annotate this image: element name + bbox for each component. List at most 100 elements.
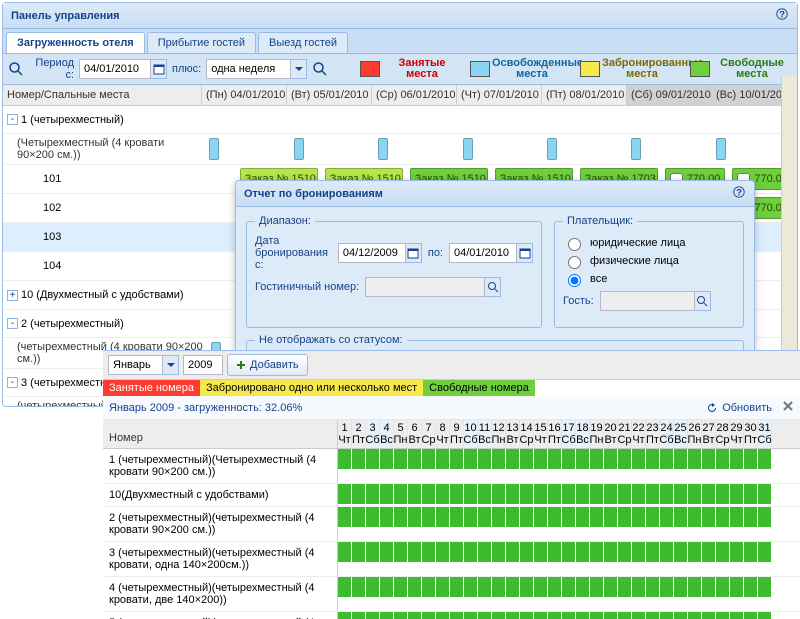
guest-input[interactable]	[600, 291, 695, 311]
cal-day-header[interactable]: 9Пт	[450, 420, 464, 448]
date-to-field[interactable]	[449, 243, 533, 263]
cal-day-header[interactable]: 22Чт	[632, 420, 646, 448]
cal-cell[interactable]	[520, 507, 534, 527]
cal-day-header[interactable]: 26Пн	[688, 420, 702, 448]
cal-cell[interactable]	[534, 484, 548, 504]
cal-day-header[interactable]: 13Вт	[506, 420, 520, 448]
tab-1[interactable]: Прибытие гостей	[147, 32, 256, 53]
cal-cell[interactable]	[590, 449, 604, 469]
day-cell[interactable]	[375, 134, 459, 164]
cal-cell[interactable]	[422, 507, 436, 527]
cal-day-header[interactable]: 6Вт	[408, 420, 422, 448]
cal-cell[interactable]	[590, 612, 604, 619]
calendar-icon[interactable]	[151, 59, 167, 79]
period-date-field[interactable]	[79, 59, 167, 79]
cal-cell[interactable]	[716, 612, 730, 619]
cal-cell[interactable]	[744, 542, 758, 562]
cal-cell[interactable]	[506, 484, 520, 504]
cal-cell[interactable]	[562, 507, 576, 527]
cal-cell[interactable]	[660, 542, 674, 562]
cal-cell[interactable]	[366, 484, 380, 504]
cal-cell[interactable]	[436, 542, 450, 562]
cal-cell[interactable]	[660, 507, 674, 527]
cal-cell[interactable]	[352, 577, 366, 597]
cal-cell[interactable]	[604, 449, 618, 469]
expand-icon[interactable]: +	[7, 290, 18, 301]
booking-block[interactable]	[209, 138, 219, 160]
cal-cell[interactable]	[716, 542, 730, 562]
cal-cell[interactable]	[436, 507, 450, 527]
calendar-body[interactable]: 1 (четырехместный)(Четырехместный (4 кро…	[103, 449, 800, 619]
cal-cell[interactable]	[534, 507, 548, 527]
day-header[interactable]: (Пт) 08/01/2010	[542, 85, 627, 105]
cal-cell[interactable]	[394, 449, 408, 469]
cal-cell[interactable]	[436, 449, 450, 469]
cal-day-header[interactable]: 24Сб	[660, 420, 674, 448]
cal-cell[interactable]	[646, 507, 660, 527]
cal-cell[interactable]	[408, 577, 422, 597]
cal-cell[interactable]	[534, 577, 548, 597]
cal-day-header[interactable]: 4Вс	[380, 420, 394, 448]
cal-cell[interactable]	[674, 577, 688, 597]
booking-block[interactable]	[294, 138, 304, 160]
cal-cell[interactable]	[464, 542, 478, 562]
cal-cell[interactable]	[506, 577, 520, 597]
cal-cell[interactable]	[604, 542, 618, 562]
cal-cell[interactable]	[562, 577, 576, 597]
cal-cell[interactable]	[730, 449, 744, 469]
cal-cell[interactable]	[604, 577, 618, 597]
cal-cell[interactable]	[548, 449, 562, 469]
cal-cell[interactable]	[730, 484, 744, 504]
cal-cell[interactable]	[352, 612, 366, 619]
room-lookup[interactable]	[365, 277, 501, 297]
cal-cell[interactable]	[758, 542, 772, 562]
day-cell[interactable]	[628, 106, 712, 133]
cal-day-header[interactable]: 31Сб	[758, 420, 772, 448]
search-icon[interactable]	[485, 277, 501, 297]
guest-lookup[interactable]	[600, 291, 711, 311]
day-cell[interactable]	[291, 134, 375, 164]
cal-cell[interactable]	[450, 542, 464, 562]
cal-cell[interactable]	[408, 542, 422, 562]
cal-cell[interactable]	[450, 484, 464, 504]
cal-cell[interactable]	[632, 449, 646, 469]
day-cell[interactable]	[544, 134, 628, 164]
cal-day-header[interactable]: 7Ср	[422, 420, 436, 448]
grid-row[interactable]: -1 (четырехместный)	[3, 106, 797, 134]
cal-cell[interactable]	[660, 612, 674, 619]
cal-cell[interactable]	[646, 542, 660, 562]
cal-cell[interactable]	[730, 542, 744, 562]
cal-cell[interactable]	[394, 542, 408, 562]
cal-cell[interactable]	[646, 449, 660, 469]
day-cell[interactable]	[460, 134, 544, 164]
cal-cell[interactable]	[562, 542, 576, 562]
booking-block[interactable]	[631, 138, 641, 160]
day-cell[interactable]	[628, 134, 712, 164]
expand-icon[interactable]: -	[7, 318, 18, 329]
day-header[interactable]: (Пн) 04/01/2010	[202, 85, 287, 105]
search-icon[interactable]	[8, 61, 24, 77]
cal-cell[interactable]	[590, 507, 604, 527]
cal-cell[interactable]	[366, 542, 380, 562]
cal-cell[interactable]	[716, 449, 730, 469]
cal-row[interactable]: 1 (четырехместный)(Четырехместный (4 кро…	[103, 449, 800, 484]
cal-cell[interactable]	[758, 449, 772, 469]
cal-cell[interactable]	[338, 507, 352, 527]
cal-day-header[interactable]: 30Пт	[744, 420, 758, 448]
cal-day-header[interactable]: 14Ср	[520, 420, 534, 448]
cal-cell[interactable]	[394, 612, 408, 619]
cal-cell[interactable]	[338, 577, 352, 597]
cal-cell[interactable]	[618, 577, 632, 597]
cal-row[interactable]: 5 (четырехместный)(четырехместный (4 кро…	[103, 612, 800, 619]
cal-cell[interactable]	[758, 612, 772, 619]
cal-cell[interactable]	[674, 612, 688, 619]
cal-cell[interactable]	[534, 612, 548, 619]
cal-cell[interactable]	[450, 612, 464, 619]
cal-day-header[interactable]: 28Ср	[716, 420, 730, 448]
cal-cell[interactable]	[632, 542, 646, 562]
cal-cell[interactable]	[338, 484, 352, 504]
cal-cell[interactable]	[674, 484, 688, 504]
booking-block[interactable]	[463, 138, 473, 160]
cal-cell[interactable]	[576, 612, 590, 619]
cal-row[interactable]: 4 (четырехместный)(четырехместный (4 кро…	[103, 577, 800, 612]
